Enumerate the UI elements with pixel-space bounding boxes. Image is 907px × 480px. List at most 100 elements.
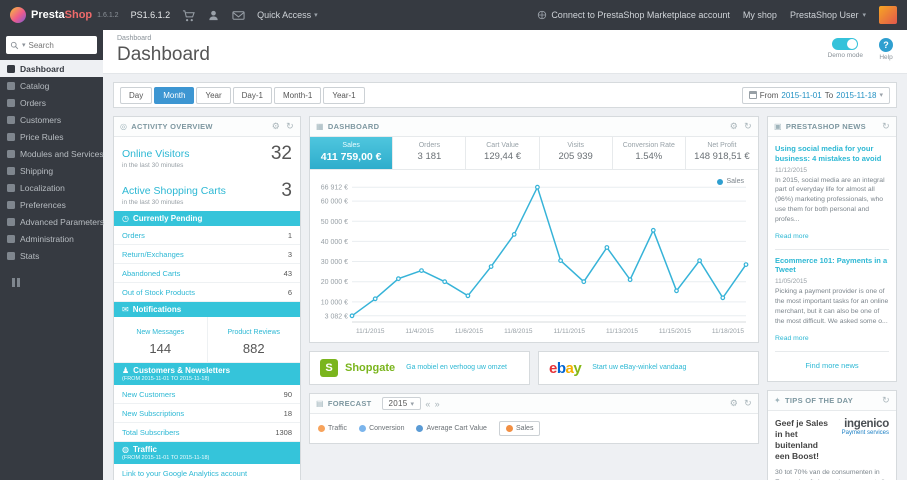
- sidebar-item-orders[interactable]: Orders: [0, 94, 103, 111]
- sidebar-item-stats[interactable]: Stats: [0, 247, 103, 264]
- divider: [775, 248, 889, 250]
- find-more-news-link[interactable]: Find more news: [775, 358, 889, 377]
- prestashop-logo[interactable]: PrestaShop 1.6.1.2: [10, 7, 119, 23]
- user-menu[interactable]: PrestaShop User ▾: [790, 10, 866, 20]
- sidebar-item-dashboard[interactable]: Dashboard: [0, 60, 103, 77]
- chevron-down-icon: ▾: [410, 400, 415, 408]
- gear-icon[interactable]: ⚙: [730, 398, 738, 409]
- refresh-icon[interactable]: ↻: [882, 121, 890, 132]
- forecast-title: Forecast: [327, 399, 372, 408]
- traffic-header: ◍ Traffic (FROM 2015-11-01 TO 2015-11-18): [114, 442, 300, 464]
- sidebar-item-catalog[interactable]: Catalog: [0, 77, 103, 94]
- ebay-module-card[interactable]: ebay Start uw eBay-winkel vandaag: [538, 351, 759, 385]
- forecast-icon: ▤: [316, 399, 324, 408]
- chart-x-axis: 11/1/2015 11/4/2015 11/6/2015 11/8/2015 …: [356, 328, 744, 335]
- active-carts-link[interactable]: Active Shopping Carts: [122, 185, 226, 197]
- sales-chart-svg: 3 082 € 10 000 € 20 000 € 30 000 € 40 000 € 5…: [321, 185, 749, 323]
- demo-mode-toggle[interactable]: [832, 38, 859, 50]
- breadcrumb[interactable]: Dashboard: [117, 35, 210, 42]
- sidebar-item-advanced-parameters[interactable]: Advanced Parameters: [0, 213, 104, 230]
- abandoned-carts-value: 43: [283, 268, 292, 278]
- ingenico-logo: ingenico Payment services: [841, 417, 890, 436]
- refresh-icon[interactable]: ↻: [744, 121, 752, 132]
- pending-orders-value: 1: [287, 230, 292, 240]
- toggle-knob: [847, 39, 858, 49]
- news-article-link[interactable]: Ecommerce 101: Payments in a Tweet: [775, 256, 889, 276]
- abandoned-carts-row: Abandoned Carts 43: [114, 264, 300, 283]
- pending-orders-link[interactable]: Orders: [122, 231, 145, 240]
- page-title: Dashboard: [117, 44, 210, 65]
- sidebar-collapse-button[interactable]: [12, 278, 103, 287]
- kpi-sales[interactable]: Sales 411 759,00 €: [310, 137, 394, 169]
- conversion-dot-icon: [359, 425, 367, 432]
- forecast-next-button[interactable]: »: [435, 399, 440, 409]
- refresh-icon[interactable]: ↻: [744, 398, 752, 409]
- total-subscribers-link[interactable]: Total Subscribers: [122, 428, 180, 437]
- abandoned-carts-link[interactable]: Abandoned Carts: [122, 269, 180, 278]
- refresh-icon[interactable]: ↻: [286, 121, 294, 132]
- forecast-year-select[interactable]: 2015 ▾: [381, 397, 422, 410]
- filter-day-1-button[interactable]: Day-1: [232, 86, 272, 104]
- new-customers-link[interactable]: New Customers: [122, 390, 175, 399]
- sidebar-search[interactable]: ▾: [6, 36, 97, 54]
- quick-access-menu[interactable]: Quick Access ▾: [257, 10, 318, 20]
- sidebar-item-price-rules[interactable]: Price Rules: [0, 128, 103, 145]
- sidebar-item-preferences[interactable]: Preferences: [0, 196, 103, 213]
- shopgate-module-card[interactable]: S Shopgate Ga mobiel en verhoog uw omzet: [309, 351, 530, 385]
- gear-icon[interactable]: ⚙: [730, 121, 738, 132]
- new-messages-cell[interactable]: New Messages 144: [114, 317, 207, 362]
- sidebar-item-shipping[interactable]: Shipping: [0, 162, 103, 179]
- news-article-date: 11/12/2015: [775, 166, 808, 174]
- news-article-date: 11/05/2015: [775, 278, 808, 286]
- forecast-prev-button[interactable]: «: [425, 399, 430, 409]
- sidebar-item-administration[interactable]: Administration: [0, 230, 103, 247]
- my-shop-link[interactable]: My shop: [743, 10, 777, 20]
- legend-sales[interactable]: Sales: [498, 421, 541, 436]
- brand-text: PrestaShop: [31, 9, 93, 21]
- filter-day-button[interactable]: Day: [120, 86, 153, 104]
- shopgate-logo-icon: S: [320, 359, 338, 377]
- new-customers-row: New Customers 90: [114, 385, 300, 404]
- message-notification-icon[interactable]: [232, 9, 245, 22]
- refresh-icon[interactable]: ↻: [882, 395, 890, 406]
- product-reviews-cell[interactable]: Product Reviews 882: [206, 317, 301, 362]
- out-of-stock-link[interactable]: Out of Stock Products: [122, 288, 195, 297]
- gear-icon[interactable]: ⚙: [272, 121, 280, 132]
- kpi-orders[interactable]: Orders 3 181: [393, 137, 467, 169]
- read-more-link[interactable]: Read more: [775, 233, 809, 240]
- filter-year-1-button[interactable]: Year-1: [323, 86, 365, 104]
- cart-notification-icon[interactable]: [182, 9, 195, 22]
- filter-month-button[interactable]: Month: [154, 86, 195, 104]
- kpi-conversion-rate[interactable]: Conversion Rate 1.54%: [613, 137, 686, 169]
- new-subscriptions-link[interactable]: New Subscriptions: [122, 409, 184, 418]
- filter-year-button[interactable]: Year: [196, 86, 231, 104]
- marketplace-link[interactable]: Connect to PrestaShop Marketplace accoun…: [537, 10, 730, 20]
- shopgate-link[interactable]: Ga mobiel en verhoog uw omzet: [406, 364, 507, 372]
- kpi-cart-value[interactable]: Cart Value 129,44 €: [466, 137, 540, 169]
- help-button[interactable]: ? Help: [879, 38, 893, 61]
- page-header: Dashboard Dashboard Demo mode ? Help: [103, 30, 907, 74]
- search-input[interactable]: [28, 40, 93, 50]
- administration-icon: [7, 234, 15, 243]
- sidebar-item-customers[interactable]: Customers: [0, 111, 103, 128]
- main-content: Dashboard Dashboard Demo mode ? Help Day…: [103, 0, 907, 480]
- legend-conversion[interactable]: Conversion: [359, 425, 404, 432]
- read-more-link[interactable]: Read more: [775, 335, 809, 342]
- svg-text:3 082 €: 3 082 €: [325, 313, 348, 320]
- legend-traffic[interactable]: Traffic: [318, 425, 347, 432]
- ebay-link[interactable]: Start uw eBay-winkel vandaag: [592, 364, 686, 372]
- filter-month-1-button[interactable]: Month-1: [273, 86, 322, 104]
- avatar[interactable]: [879, 6, 897, 24]
- google-analytics-link[interactable]: Link to your Google Analytics account: [122, 469, 247, 478]
- customer-notification-icon[interactable]: [207, 9, 220, 22]
- sidebar-item-localization[interactable]: Localization: [0, 179, 103, 196]
- kpi-net-profit[interactable]: Net Profit 148 918,51 €: [686, 137, 758, 169]
- news-article-link[interactable]: Using social media for your business: 4 …: [775, 144, 889, 164]
- kpi-visits[interactable]: Visits 205 939: [540, 137, 613, 169]
- date-range-picker[interactable]: From 2015-11-01 To 2015-11-18 ▾: [741, 86, 890, 104]
- legend-average-cart-value[interactable]: Average Cart Value: [416, 425, 487, 432]
- return-exchanges-link[interactable]: Return/Exchanges: [122, 250, 184, 259]
- online-visitors-link[interactable]: Online Visitors: [122, 148, 190, 160]
- sidebar-item-modules-and-services[interactable]: Modules and Services: [0, 145, 104, 162]
- chart-legend-sales[interactable]: Sales: [717, 178, 744, 185]
